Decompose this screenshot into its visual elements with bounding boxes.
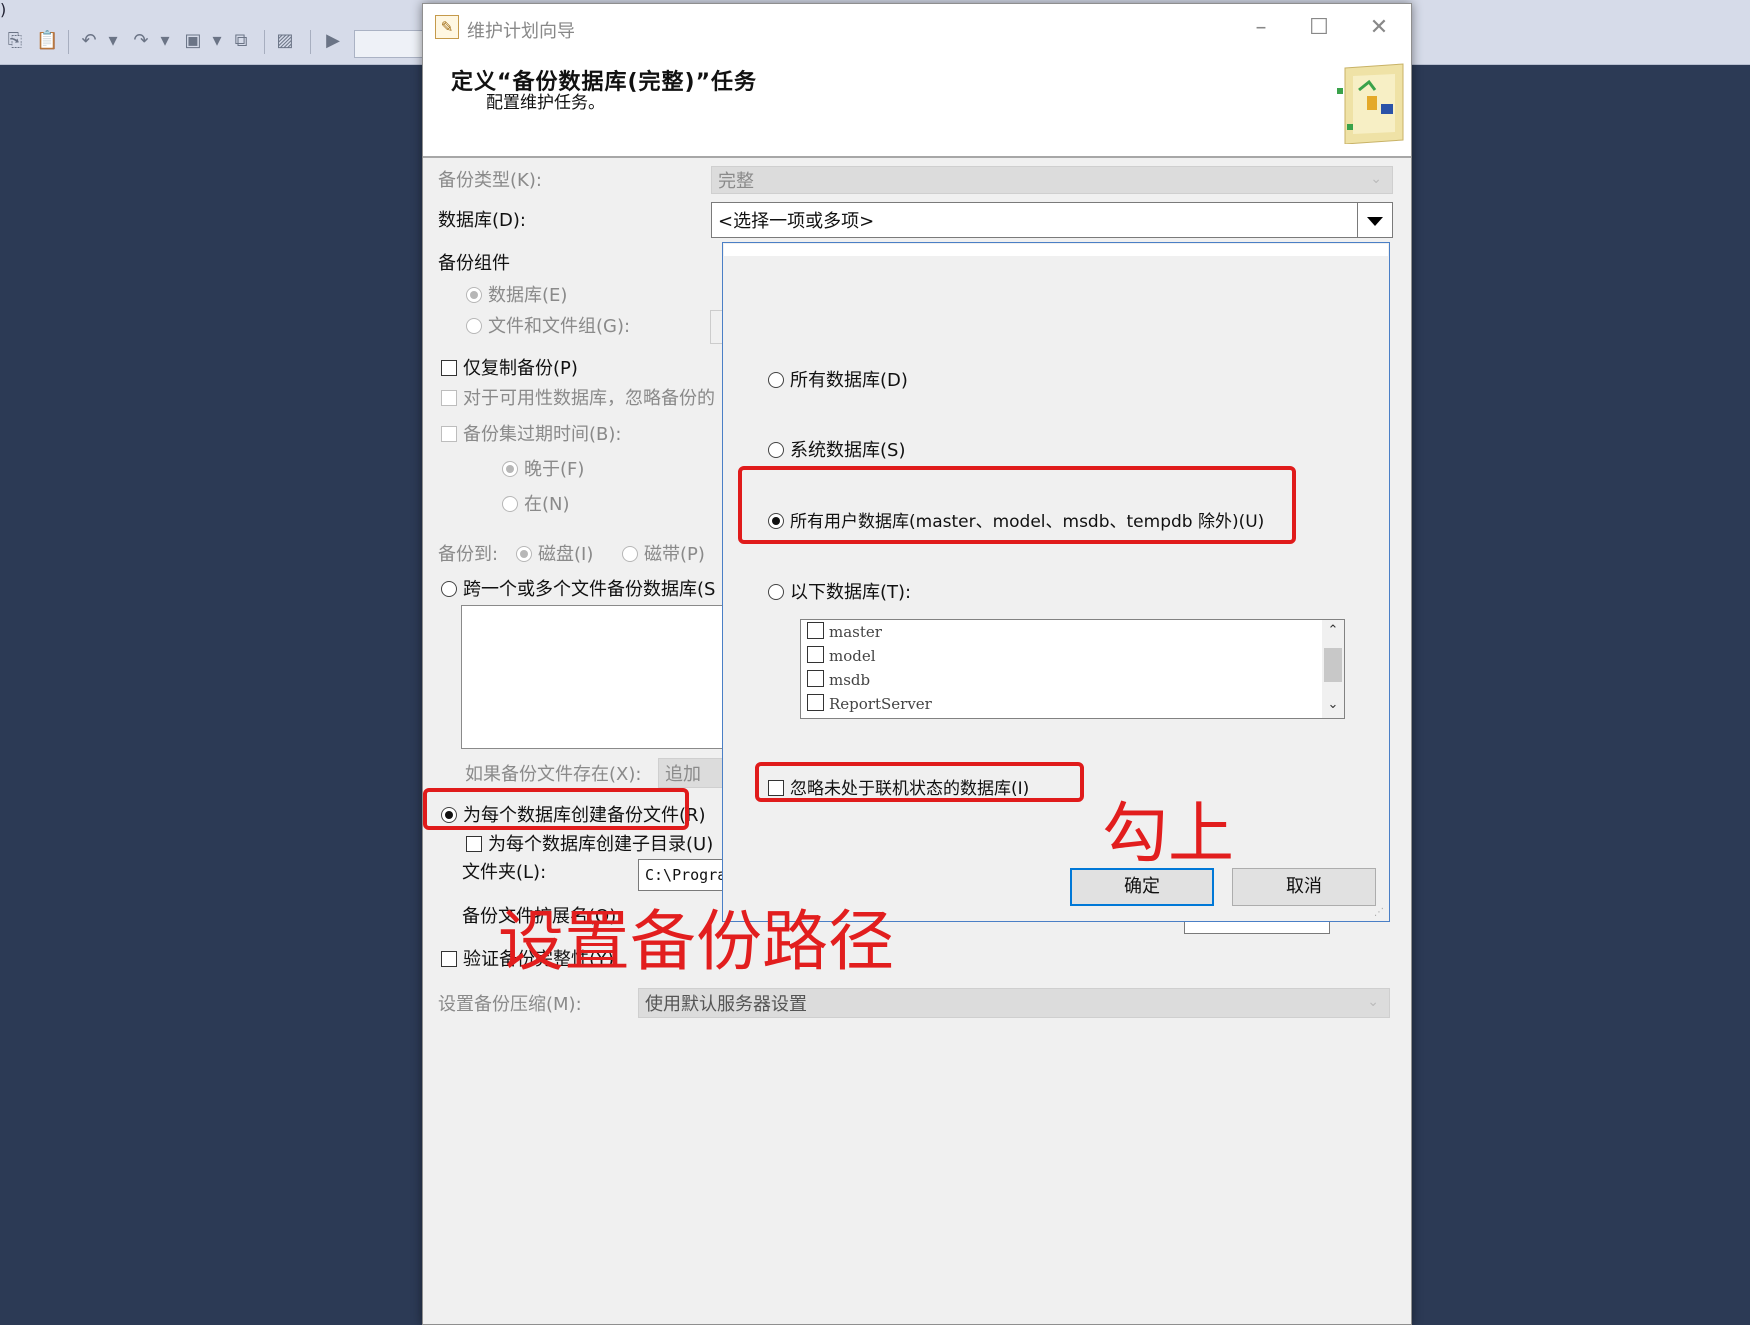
new-window-icon[interactable]: ▣ [182,30,204,52]
expire-on-label: 在(N) [524,494,570,515]
all-databases-radio[interactable]: 所有数据库(D) [768,366,908,392]
copy-only-checkbox[interactable]: 仅复制备份(P) [441,354,578,380]
backup-files-list[interactable] [461,605,727,749]
system-databases-radio[interactable]: 系统数据库(S) [768,436,905,462]
annotation-box-per-db-file [423,788,689,830]
chevron-up-icon[interactable]: ⌃ [1324,622,1342,640]
expire-after-label: 晚于(F) [524,459,585,480]
database-label: 数据库(D): [438,210,526,231]
list-item[interactable]: master [807,622,882,641]
redo-icon[interactable]: ↷ [130,30,152,52]
if-exists-select: 追加 [658,758,724,788]
chevron-down-icon[interactable]: ⌄ [1324,696,1342,714]
expire-on-radio: 在(N) [502,490,570,516]
annotation-check-it: 勾上 [1102,795,1234,872]
backup-to-tape-label: 磁带(P) [644,544,705,565]
backup-to-disk-label: 磁盘(I) [538,544,594,565]
dropdown-arrow-icon[interactable] [1357,203,1392,237]
scrollbar[interactable]: ⌃ ⌄ [1322,620,1344,718]
compression-value: 使用默认服务器设置 [645,994,807,1015]
toolbar-separator [264,30,265,54]
component-database-label: 数据库(E) [488,285,568,306]
list-item[interactable]: ReportServer [807,694,932,713]
paste-icon[interactable]: 📋 [36,30,58,52]
redo-dropdown-icon[interactable]: ▾ [154,30,176,52]
wizard-graphic-icon [1337,63,1404,144]
close-icon[interactable]: ✕ [1351,10,1407,46]
play-icon[interactable]: ▶ [322,30,344,52]
folder-value: C:\Progra [645,866,727,884]
all-databases-label: 所有数据库(D) [790,370,908,391]
image-icon[interactable]: ▨ [274,30,296,52]
toolbar-separator [68,30,69,54]
new-window-dropdown-icon[interactable]: ▾ [206,30,228,52]
availability-ignore-checkbox: 对于可用性数据库，忽略备份的 [441,384,715,410]
these-databases-radio[interactable]: 以下数据库(T): [768,578,911,604]
chevron-down-icon: ⌄ [1370,171,1382,188]
span-files-label: 跨一个或多个文件备份数据库(S [463,579,716,600]
database-selection-popup: 所有数据库(D) 系统数据库(S) 所有用户数据库(master、model、m… [722,242,1390,922]
database-select-value: <选择一项或多项> [718,211,875,232]
toolbar-text-fragment: ) [0,0,7,19]
folder-label: 文件夹(L): [462,862,547,883]
list-item[interactable]: msdb [807,670,870,689]
backup-type-value: 完整 [718,171,754,192]
annotation-box-all-user-databases [738,466,1296,544]
per-db-subdir-label: 为每个数据库创建子目录(U) [488,834,714,855]
save-all-icon[interactable]: ⧉ [230,30,252,52]
database-checklist[interactable]: master model msdb ReportServer ⌃ ⌄ [800,619,1345,719]
database-name: msdb [829,671,871,689]
if-exists-value: 追加 [665,764,701,785]
database-name: model [829,647,876,665]
per-db-subdir-checkbox[interactable]: 为每个数据库创建子目录(U) [466,830,713,856]
compression-select: 使用默认服务器设置 ⌄ [638,988,1390,1018]
backup-to-disk-radio: 磁盘(I) [516,540,593,566]
database-select[interactable]: <选择一项或多项> [711,202,1393,238]
maximize-icon[interactable]: ☐ [1291,10,1347,46]
component-files-radio: 文件和文件组(G): [466,312,630,338]
database-name: ReportServer [829,695,932,713]
compression-label: 设置备份压缩(M): [438,994,582,1015]
wizard-header: 定义“备份数据库(完整)”任务 配置维护任务。 [423,50,1411,158]
annotation-box-ignore-offline [755,762,1084,802]
copy-only-label: 仅复制备份(P) [463,358,578,379]
these-databases-label: 以下数据库(T): [790,582,912,603]
system-databases-label: 系统数据库(S) [790,440,906,461]
window-title: 维护计划向导 [467,21,575,42]
backup-type-label: 备份类型(K): [438,170,542,191]
copy-icon[interactable]: ⎘ [4,30,26,52]
component-database-radio: 数据库(E) [466,281,567,307]
folder-input[interactable]: C:\Progra [638,859,726,891]
wizard-icon: ✎ [435,15,459,39]
backup-to-tape-radio: 磁带(P) [622,540,705,566]
list-item[interactable]: model [807,646,876,665]
backup-type-select: 完整 ⌄ [711,166,1393,194]
annotation-set-path: 设置备份路径 [498,903,894,980]
expire-checkbox: 备份集过期时间(B): [441,420,621,446]
component-files-label: 文件和文件组(G): [488,316,631,337]
cancel-button[interactable]: 取消 [1232,868,1376,906]
backup-components-label: 备份组件 [438,253,510,274]
availability-ignore-label: 对于可用性数据库，忽略备份的 [463,388,715,409]
expire-after-radio: 晚于(F) [502,455,584,481]
backup-to-label: 备份到: [438,544,499,565]
undo-dropdown-icon[interactable]: ▾ [102,30,124,52]
if-exists-label: 如果备份文件存在(X): [465,764,642,785]
database-name: master [829,623,882,641]
resize-grip-icon[interactable]: ⋰ [1374,907,1386,919]
scroll-thumb[interactable] [1324,648,1342,682]
page-subtitle: 配置维护任务。 [486,93,605,113]
chevron-down-icon: ⌄ [1367,994,1379,1011]
minimize-icon[interactable]: – [1233,10,1289,46]
title-bar: ✎ 维护计划向导 – ☐ ✕ [423,4,1411,50]
expire-label: 备份集过期时间(B): [463,424,622,445]
span-files-radio[interactable]: 跨一个或多个文件备份数据库(S [441,575,715,601]
toolbar-input[interactable] [354,30,426,58]
undo-icon[interactable]: ↶ [78,30,100,52]
popup-top-band [724,244,1388,256]
toolbar-separator [310,30,311,54]
